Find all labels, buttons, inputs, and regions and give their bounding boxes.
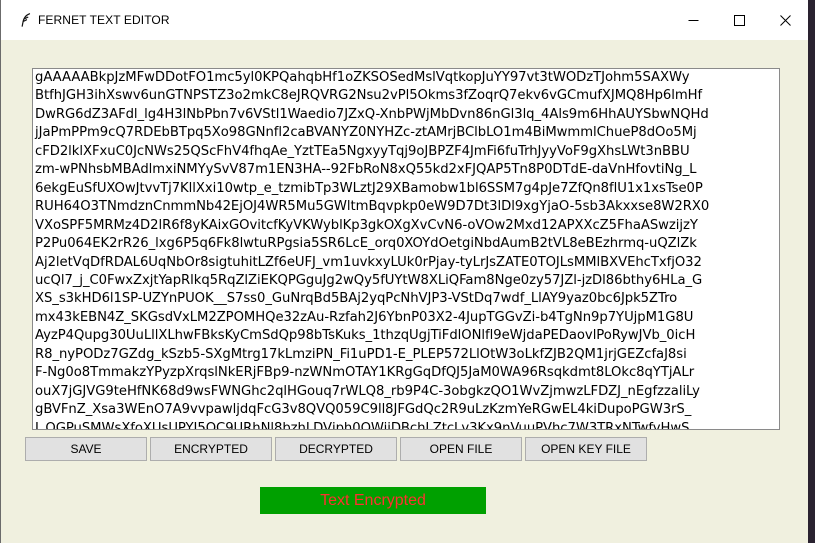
save-button[interactable]: SAVE (25, 437, 147, 461)
editor-content: gAAAAABkpJzMFwDDotFO1mc5yl0KPQahqbHf1oZK… (35, 70, 710, 430)
minimize-icon (688, 11, 699, 30)
close-icon (779, 11, 791, 30)
window-title: FERNET TEXT EDITOR (38, 13, 170, 27)
decrypted-button[interactable]: DECRYPTED (275, 437, 397, 461)
feather-icon (20, 13, 32, 27)
open-file-button[interactable]: OPEN FILE (400, 437, 522, 461)
maximize-icon (733, 11, 745, 30)
action-buttons: SAVE ENCRYPTED DECRYPTED OPEN FILE OPEN … (25, 437, 647, 461)
window-controls (670, 0, 808, 40)
background-desktop-right (808, 0, 815, 543)
encrypted-button[interactable]: ENCRYPTED (150, 437, 272, 461)
status-label: Text Encrypted (260, 487, 486, 514)
maximize-button[interactable] (716, 0, 762, 40)
editor-textarea[interactable]: gAAAAABkpJzMFwDDotFO1mc5yl0KPQahqbHf1oZK… (32, 68, 780, 430)
app-window: FERNET TEXT EDITOR gAAAAABkpJzMFwDDotFO1… (0, 0, 808, 543)
open-key-file-button[interactable]: OPEN KEY FILE (525, 437, 647, 461)
minimize-button[interactable] (670, 0, 716, 40)
close-button[interactable] (762, 0, 808, 40)
title-bar[interactable]: FERNET TEXT EDITOR (1, 0, 808, 40)
